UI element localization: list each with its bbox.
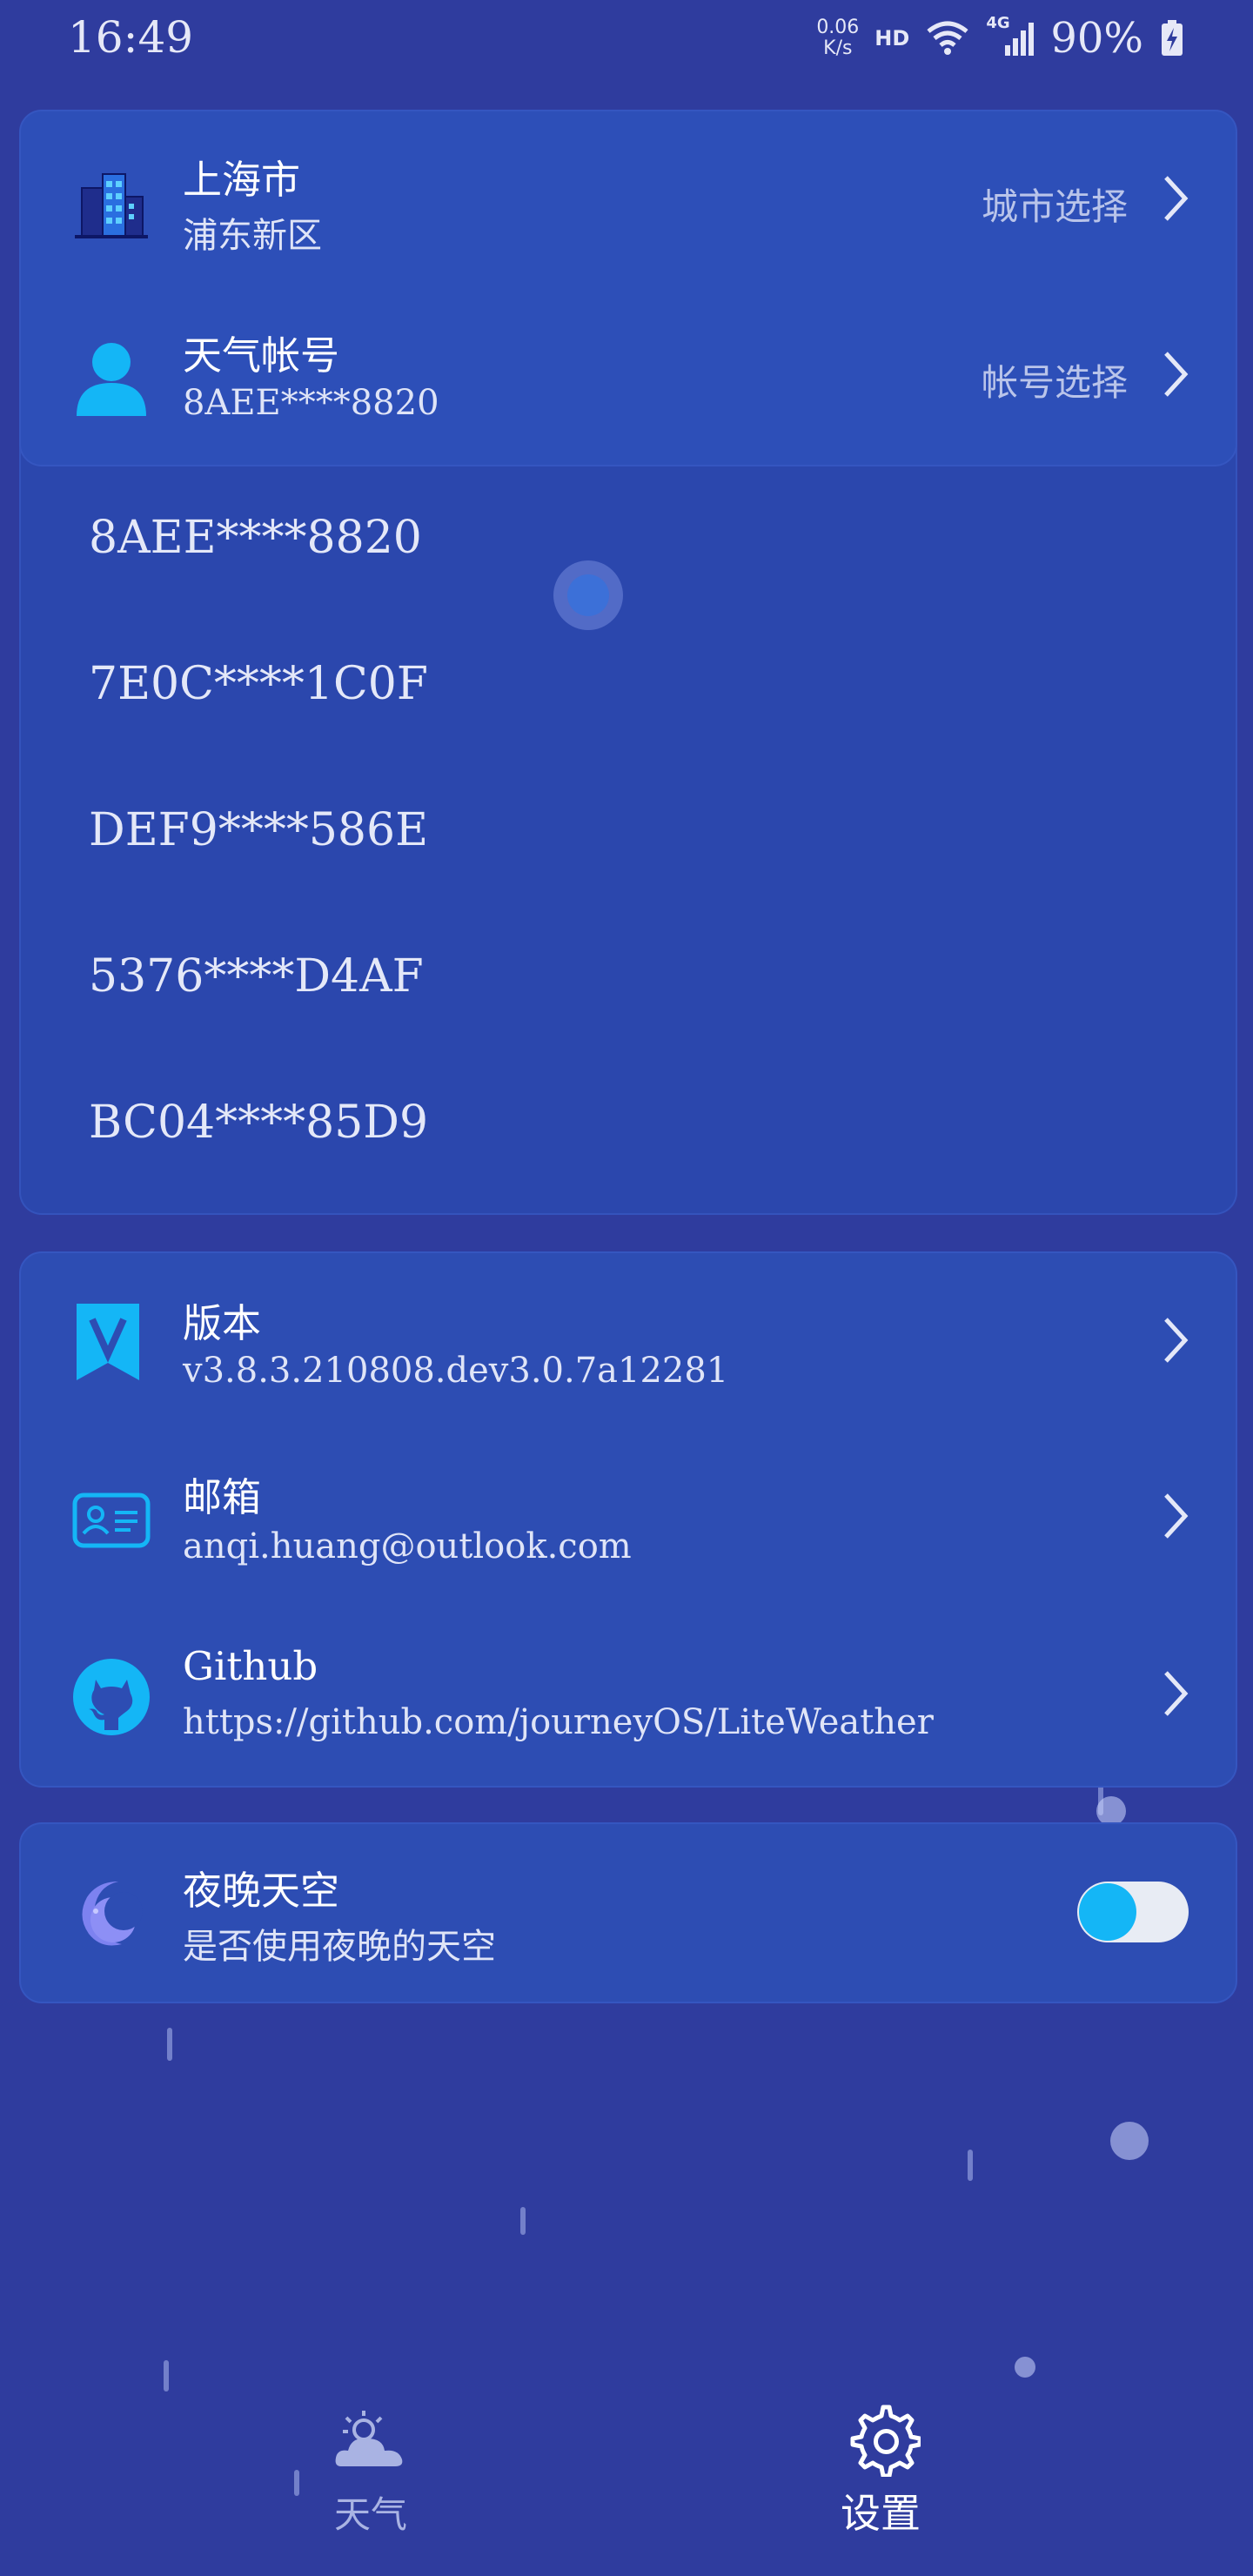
email-row[interactable]: 邮箱 anqi.huang@outlook.com [21, 1431, 1236, 1608]
chevron-right-icon [1164, 1493, 1189, 1539]
status-time: 16:49 [68, 12, 194, 63]
city-account-card: 上海市 浦东新区 城市选择 天气帐号 8AEE****8820 帐号选择 [19, 110, 1237, 466]
version-row[interactable]: 版本 v3.8.3.210808.dev3.0.7a12281 [21, 1253, 1236, 1431]
nav-tab-weather[interactable]: 天气 [287, 2402, 452, 2576]
github-row[interactable]: Github https://github.com/journeyOS/Lite… [21, 1608, 1236, 1786]
account-title: 天气帐号 [183, 332, 340, 379]
city-buildings-icon [75, 173, 148, 238]
account-option[interactable]: BC04****85D9 [89, 1097, 428, 1149]
toggle-knob [1079, 1883, 1136, 1941]
touch-indicator [553, 560, 623, 630]
city-select-row[interactable]: 上海市 浦东新区 城市选择 [21, 111, 1236, 289]
version-title: 版本 [183, 1300, 262, 1346]
night-sky-subtitle: 是否使用夜晚的天空 [183, 1927, 496, 1967]
github-title: Github [183, 1643, 318, 1689]
network-speed: 0.06 K/s [816, 17, 860, 59]
district-name: 浦东新区 [183, 216, 322, 256]
chevron-right-icon [1164, 176, 1189, 221]
email-title: 邮箱 [183, 1474, 262, 1520]
app-info-card: 版本 v3.8.3.210808.dev3.0.7a12281 邮箱 anqi.… [19, 1251, 1237, 1788]
account-option[interactable]: 5376****D4AF [89, 950, 424, 1003]
status-bar-right: 0.06 K/s HD 4G 90% [816, 10, 1185, 66]
github-url: https://github.com/journeyOS/LiteWeather [183, 1702, 934, 1742]
account-select-label[interactable]: 帐号选择 [982, 353, 1128, 406]
hd-indicator: HD [874, 26, 910, 50]
night-sky-title: 夜晚天空 [183, 1868, 340, 1914]
version-badge-icon [77, 1304, 139, 1380]
city-select-label[interactable]: 城市选择 [982, 178, 1128, 231]
nav-label-weather: 天气 [334, 2493, 408, 2536]
nav-tab-settings[interactable]: 设置 [801, 2402, 966, 2576]
bottom-nav: 天气 设置 [0, 2402, 1253, 2576]
chevron-right-icon [1164, 1671, 1189, 1716]
github-icon [73, 1659, 150, 1735]
user-icon [77, 343, 146, 416]
email-value: anqi.huang@outlook.com [183, 1526, 632, 1566]
account-option[interactable]: 7E0C****1C0F [89, 658, 428, 710]
night-sky-card: 夜晚天空 是否使用夜晚的天空 [19, 1822, 1237, 2003]
gear-icon [850, 2405, 921, 2477]
wifi-icon [927, 21, 968, 55]
account-option[interactable]: 8AEE****8820 [89, 512, 422, 564]
account-select-row[interactable]: 天气帐号 8AEE****8820 帐号选择 [21, 289, 1236, 465]
nav-label-settings: 设置 [841, 2490, 921, 2537]
current-account: 8AEE****8820 [183, 383, 439, 423]
cloud-sun-icon [335, 2411, 403, 2466]
battery-charging-icon [1162, 20, 1183, 56]
chevron-right-icon [1164, 1318, 1189, 1363]
chevron-right-icon [1164, 352, 1189, 397]
moon-icon [82, 1882, 143, 1946]
night-sky-toggle[interactable] [1077, 1882, 1189, 1942]
city-name: 上海市 [183, 157, 301, 203]
account-dropdown: 8AEE****8820 7E0C****1C0F DEF9****586E 5… [19, 409, 1237, 1215]
account-option[interactable]: DEF9****586E [89, 804, 428, 856]
cellular-signal-icon: 4G [986, 14, 1035, 57]
id-card-icon [72, 1493, 151, 1548]
battery-percent: 90% [1050, 14, 1143, 63]
version-value: v3.8.3.210808.dev3.0.7a12281 [183, 1351, 729, 1391]
